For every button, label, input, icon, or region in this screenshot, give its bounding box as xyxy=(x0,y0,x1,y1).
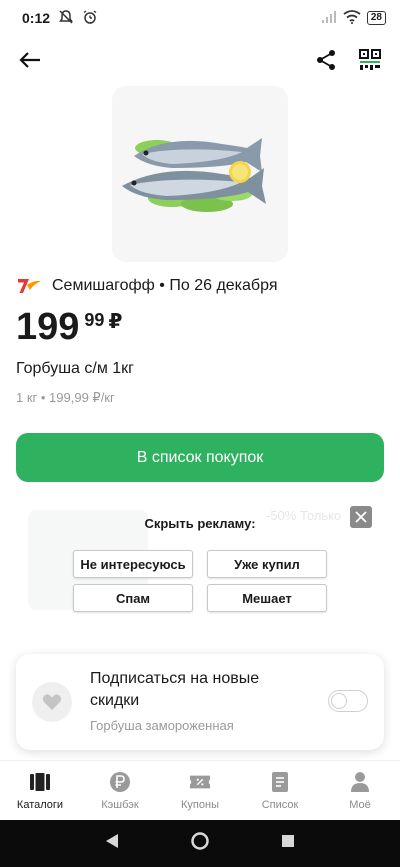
nav-list-label: Список xyxy=(261,798,299,811)
catalog-icon xyxy=(29,771,51,793)
subscribe-toggle[interactable] xyxy=(328,690,368,712)
price: 199 99 ₽ xyxy=(16,306,122,348)
mute-icon xyxy=(58,9,74,28)
toggle-knob xyxy=(331,693,347,709)
wifi-icon xyxy=(343,9,361,27)
ad-close-button[interactable] xyxy=(350,506,372,528)
system-home-button[interactable] xyxy=(191,832,209,855)
nav-catalogs[interactable]: Каталоги xyxy=(0,761,80,820)
system-nav-bar xyxy=(0,820,400,867)
ad-hide-title: Скрыть рекламу: xyxy=(144,516,256,531)
nav-coupons[interactable]: Купоны xyxy=(160,761,240,820)
status-bar: 0:12 28 xyxy=(0,0,400,36)
system-back-button[interactable] xyxy=(105,833,119,854)
nav-cashback-label: Кэшбэк xyxy=(101,798,139,811)
barcode-button[interactable] xyxy=(354,44,386,76)
bottom-nav: Каталоги Кэшбэк Купоны Список Моё xyxy=(0,760,400,820)
product-name: Горбуша с/м 1кг xyxy=(16,360,135,377)
qr-code-icon xyxy=(359,49,381,70)
nav-profile[interactable]: Моё xyxy=(320,761,400,820)
signal-icon xyxy=(321,10,337,27)
square-recents-icon xyxy=(282,835,294,847)
profile-icon xyxy=(349,771,371,793)
store-name: Семишагофф xyxy=(52,277,155,294)
nav-list[interactable]: Список xyxy=(240,761,320,820)
nav-cashback[interactable]: Кэшбэк xyxy=(80,761,160,820)
subscribe-card: Подписаться на новые скидки Горбуша замо… xyxy=(16,654,384,750)
coupon-icon xyxy=(189,771,211,793)
ad-reason-not-interested[interactable]: Не интересуюсь xyxy=(73,550,193,578)
status-time: 0:12 xyxy=(22,10,51,26)
triangle-back-icon xyxy=(106,834,118,848)
validity-date: По 26 декабря xyxy=(169,277,278,294)
ad-reason-already-bought[interactable]: Уже купил xyxy=(207,550,327,578)
store-separator: • xyxy=(159,277,165,294)
product-image xyxy=(112,86,288,262)
nav-catalogs-label: Каталоги xyxy=(16,798,64,811)
price-kopecks: 99 xyxy=(84,310,105,330)
battery-indicator: 28 xyxy=(366,11,386,25)
arrow-left-icon xyxy=(19,52,40,68)
ad-hide-panel: -50% Только Скрыть рекламу: Не интересую… xyxy=(16,496,384,624)
list-icon xyxy=(269,771,291,793)
nav-profile-label: Моё xyxy=(349,798,371,811)
share-button[interactable] xyxy=(310,44,342,76)
add-to-list-button[interactable]: В список покупок xyxy=(16,433,384,482)
ad-reason-annoying[interactable]: Мешает xyxy=(207,584,327,612)
top-bar xyxy=(0,40,400,80)
price-currency: ₽ xyxy=(108,311,123,333)
product-unit-price: 1 кг • 199,99 ₽/кг xyxy=(16,390,115,405)
price-rubles: 199 xyxy=(16,306,80,348)
alarm-icon xyxy=(82,9,98,28)
share-icon xyxy=(317,50,335,70)
subscribe-caption: Горбуша замороженная xyxy=(90,718,234,733)
back-button[interactable] xyxy=(14,44,46,76)
nav-coupons-label: Купоны xyxy=(181,798,219,811)
ruble-icon xyxy=(109,771,131,793)
ad-reason-spam[interactable]: Спам xyxy=(73,584,193,612)
heart-icon xyxy=(42,694,62,710)
circle-home-icon xyxy=(191,832,209,850)
store-row: Семишагофф • По 26 декабря xyxy=(16,276,277,296)
close-icon xyxy=(355,511,367,523)
subscribe-title: Подписаться на новые скидки xyxy=(90,670,260,709)
store-logo-icon xyxy=(18,279,41,293)
system-recents-button[interactable] xyxy=(281,834,295,853)
favorite-badge xyxy=(32,682,72,722)
